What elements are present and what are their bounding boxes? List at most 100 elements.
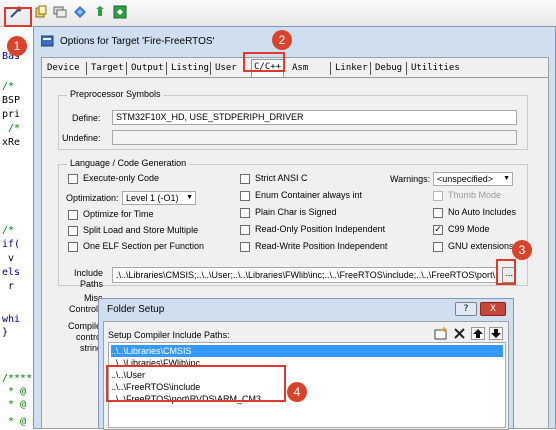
code-line: * @ bbox=[2, 386, 27, 397]
execute-only-label: Execute-only Code bbox=[83, 173, 160, 183]
settings-icon[interactable] bbox=[93, 5, 107, 19]
one-elf-checkbox[interactable] bbox=[68, 242, 78, 252]
undefine-field[interactable] bbox=[112, 130, 517, 145]
code-line: xRe bbox=[2, 137, 21, 148]
preprocessor-group-title: Preprocessor Symbols bbox=[67, 89, 164, 99]
tab-user[interactable]: User bbox=[213, 61, 239, 76]
list-item[interactable]: ..\..\Libraries\CMSIS bbox=[111, 345, 503, 357]
optimize-time-checkbox[interactable] bbox=[68, 210, 78, 220]
highlight-box bbox=[106, 365, 286, 402]
main-toolbar bbox=[0, 0, 556, 27]
tab-divider bbox=[406, 62, 407, 75]
code-line: /* bbox=[2, 225, 15, 236]
define-label: Define: bbox=[72, 113, 101, 123]
tab-divider bbox=[166, 62, 167, 75]
step-marker: 3 bbox=[512, 240, 532, 260]
define-field[interactable]: STM32F10X_HD, USE_STDPERIPH_DRIVER bbox=[112, 110, 517, 125]
optimization-value: Level 1 (-O1) bbox=[126, 193, 179, 203]
highlight-box bbox=[243, 52, 285, 72]
include-label: Include bbox=[74, 268, 104, 278]
code-line: /* bbox=[2, 123, 21, 134]
step-marker: 2 bbox=[272, 30, 292, 50]
include-paths-list-label: Setup Compiler Include Paths: bbox=[108, 330, 230, 340]
close-button[interactable]: X bbox=[480, 302, 506, 316]
highlight-box bbox=[496, 259, 516, 285]
folder-setup-dialog: Folder Setup ? X Setup Compiler Include … bbox=[98, 298, 514, 430]
strict-ansi-checkbox[interactable] bbox=[240, 174, 250, 184]
include-label: Paths bbox=[80, 279, 104, 289]
warnings-select[interactable]: <unspecified> ▼ bbox=[433, 172, 513, 186]
code-line: /* bbox=[2, 81, 15, 92]
code-line: } bbox=[2, 327, 9, 338]
warnings-value: <unspecified> bbox=[437, 174, 494, 184]
tab-debug[interactable]: Debug bbox=[373, 61, 404, 76]
options-dialog-title: Options for Target 'Fire-FreeRTOS' bbox=[60, 36, 215, 47]
no-auto-includes-checkbox[interactable] bbox=[433, 208, 443, 218]
folder-setup-title: Folder Setup bbox=[107, 304, 165, 315]
tab-divider bbox=[330, 62, 331, 75]
code-line: els bbox=[2, 267, 21, 278]
code-line: * @ bbox=[2, 399, 27, 410]
chevron-down-icon: ▼ bbox=[503, 175, 510, 182]
enum-container-checkbox[interactable] bbox=[240, 191, 250, 201]
delete-icon[interactable] bbox=[453, 327, 467, 340]
code-line: whi bbox=[2, 314, 21, 325]
gnu-extensions-checkbox[interactable] bbox=[433, 242, 443, 252]
c99-mode-label: C99 Mode bbox=[448, 224, 490, 234]
rw-pi-label: Read-Write Position Independent bbox=[255, 241, 388, 251]
include-paths-field[interactable]: .\..\Libraries\CMSIS;..\..\User;..\..\Li… bbox=[112, 267, 498, 283]
tab-strip-border bbox=[42, 77, 548, 78]
component-icon[interactable] bbox=[113, 5, 127, 19]
tab-divider bbox=[126, 62, 127, 75]
tab-divider bbox=[86, 62, 87, 75]
ro-pi-label: Read-Only Position Independent bbox=[255, 224, 386, 234]
chevron-down-icon: ▼ bbox=[186, 194, 193, 201]
tab-utilities[interactable]: Utilities bbox=[409, 61, 462, 76]
tab-output[interactable]: Output bbox=[129, 61, 166, 76]
one-elf-label: One ELF Section per Function bbox=[83, 241, 205, 251]
language-group-title: Language / Code Generation bbox=[67, 158, 190, 168]
step-marker: 1 bbox=[7, 36, 27, 56]
code-line: pri bbox=[2, 109, 21, 120]
ro-pi-checkbox[interactable] bbox=[240, 225, 250, 235]
code-line: if( bbox=[2, 239, 21, 250]
move-down-icon[interactable] bbox=[489, 327, 503, 340]
undefine-label: Undefine: bbox=[62, 133, 101, 143]
tab-target[interactable]: Target bbox=[89, 61, 126, 76]
optimization-label: Optimization: bbox=[66, 193, 119, 203]
move-up-icon[interactable] bbox=[471, 327, 485, 340]
tab-asm[interactable]: Asm bbox=[290, 61, 310, 76]
tab-divider bbox=[370, 62, 371, 75]
plain-char-label: Plain Char is Signed bbox=[255, 207, 337, 217]
gnu-extensions-label: GNU extensions bbox=[448, 241, 514, 251]
no-auto-includes-label: No Auto Includes bbox=[448, 207, 517, 217]
tab-linker[interactable]: Linker bbox=[333, 61, 370, 76]
thumb-mode-checkbox[interactable] bbox=[433, 191, 443, 201]
options-titlebar[interactable]: Options for Target 'Fire-FreeRTOS' bbox=[34, 27, 555, 55]
c99-mode-checkbox[interactable]: ✓ bbox=[433, 225, 443, 235]
code-line: /**** bbox=[2, 373, 33, 384]
window-app-icon bbox=[40, 35, 54, 47]
optimization-select[interactable]: Level 1 (-O1) ▼ bbox=[122, 191, 196, 205]
plain-char-checkbox[interactable] bbox=[240, 208, 250, 218]
diamond-icon[interactable] bbox=[73, 5, 87, 19]
optimize-time-label: Optimize for Time bbox=[83, 209, 154, 219]
tab-listing[interactable]: Listing bbox=[169, 61, 211, 76]
tab-device[interactable]: Device bbox=[45, 61, 82, 76]
tab-divider bbox=[210, 62, 211, 75]
thumb-mode-label: Thumb Mode bbox=[448, 190, 502, 200]
help-button[interactable]: ? bbox=[455, 302, 477, 316]
execute-only-checkbox[interactable] bbox=[68, 174, 78, 184]
step-marker: 4 bbox=[287, 382, 307, 402]
new-folder-icon[interactable] bbox=[434, 327, 448, 340]
file-icon[interactable] bbox=[34, 5, 48, 19]
code-line: r bbox=[2, 281, 15, 292]
code-line: BSP bbox=[2, 95, 21, 106]
strict-ansi-label: Strict ANSI C bbox=[255, 173, 308, 183]
stack-icon[interactable] bbox=[53, 5, 67, 19]
highlight-box bbox=[4, 7, 32, 27]
split-load-checkbox[interactable] bbox=[68, 226, 78, 236]
rw-pi-checkbox[interactable] bbox=[240, 242, 250, 252]
enum-container-label: Enum Container always int bbox=[255, 190, 363, 200]
warnings-label: Warnings: bbox=[390, 174, 431, 184]
